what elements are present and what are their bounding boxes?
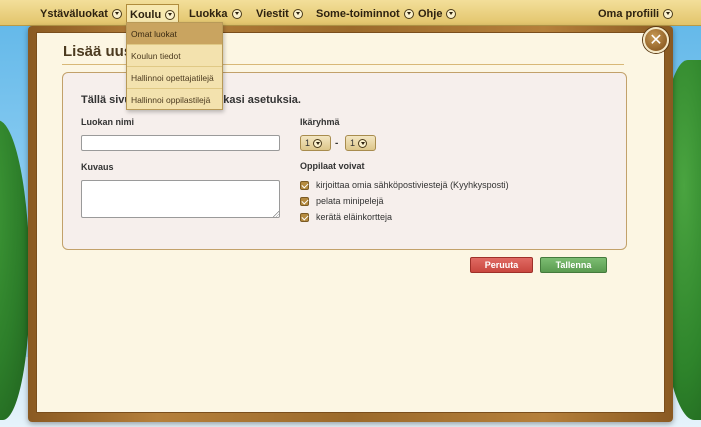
intro-text-start: Tällä sivu: [81, 94, 132, 106]
nav-item-label: Viestit: [256, 7, 289, 20]
age-from-select[interactable]: 1: [300, 135, 331, 151]
nav-item-luokka[interactable]: Luokka: [186, 5, 245, 22]
save-button[interactable]: Tallenna: [540, 257, 607, 273]
menu-item-hallinnoi-opettajatileja[interactable]: Hallinnoi opettajatilejä: [127, 67, 222, 89]
chevron-down-icon: [165, 9, 176, 20]
chevron-down-icon: [358, 138, 368, 148]
chevron-down-icon: [313, 138, 323, 148]
menu-item-koulun-tiedot[interactable]: Koulun tiedot: [127, 45, 222, 67]
class-name-label: Luokan nimi: [81, 117, 135, 127]
cancel-button[interactable]: Peruuta: [470, 257, 533, 273]
nav-item-viestit[interactable]: Viestit: [253, 5, 306, 22]
nav-item-label: Ystäväluokat: [40, 7, 108, 20]
chevron-down-icon: [446, 8, 457, 19]
age-group-label: Ikäryhmä: [300, 117, 340, 127]
nav-item-oma-profiili[interactable]: Oma profiili: [595, 5, 676, 22]
nav-item-ystavaluokat[interactable]: Ystäväluokat: [37, 5, 125, 22]
nav-item-ohje[interactable]: Ohje: [415, 5, 459, 22]
intro-text-end: kkasi asetuksia.: [217, 94, 301, 106]
checkbox-email[interactable]: [300, 180, 309, 190]
nav-item-label: Oma profiili: [598, 7, 660, 20]
students-can-label: Oppilaat voivat: [300, 161, 365, 171]
close-button[interactable]: ✕: [643, 27, 669, 53]
description-textarea[interactable]: [81, 180, 280, 218]
nav-item-label: Luokka: [189, 7, 228, 20]
checkbox-minigames[interactable]: [300, 196, 309, 206]
menu-item-omat-luokat[interactable]: Omat luokat: [127, 23, 222, 45]
chevron-down-icon: [111, 8, 122, 19]
top-nav-bar: Ystäväluokat Koulu Luokka Viestit Some-t…: [0, 0, 701, 26]
menu-item-hallinnoi-oppilastileja[interactable]: Hallinnoi oppilastilejä: [127, 89, 222, 111]
age-from-value: 1: [305, 138, 311, 148]
permission-row-animal-cards: kerätä eläinkortteja: [300, 212, 392, 222]
koulu-dropdown-menu: Omat luokat Koulun tiedot Hallinnoi opet…: [126, 22, 223, 110]
nav-item-label: Ohje: [418, 7, 443, 20]
chevron-down-icon: [231, 8, 242, 19]
description-label: Kuvaus: [81, 162, 114, 172]
nav-item-some-toiminnot[interactable]: Some-toiminnot: [313, 5, 417, 22]
permission-label: pelata minipelejä: [316, 196, 384, 206]
nav-item-koulu[interactable]: Koulu: [126, 4, 180, 24]
nav-item-label: Some-toiminnot: [316, 7, 400, 20]
permission-row-minigames: pelata minipelejä: [300, 196, 384, 206]
nav-item-label: Koulu: [130, 8, 162, 21]
checkbox-animal-cards[interactable]: [300, 212, 309, 222]
permission-label: kerätä eläinkortteja: [316, 212, 393, 222]
age-to-value: 1: [350, 138, 356, 148]
age-to-select[interactable]: 1: [345, 135, 376, 151]
permission-label: kirjoittaa omia sähköpostiviestejä (Kyyh…: [316, 180, 509, 190]
age-separator: -: [335, 138, 339, 149]
chevron-down-icon: [663, 8, 674, 19]
class-name-input[interactable]: [81, 135, 280, 151]
chevron-down-icon: [292, 8, 303, 19]
permission-row-email: kirjoittaa omia sähköpostiviestejä (Kyyh…: [300, 180, 509, 190]
chevron-down-icon: [403, 8, 414, 19]
resize-grip-icon[interactable]: [272, 210, 279, 217]
close-icon: ✕: [649, 30, 663, 49]
